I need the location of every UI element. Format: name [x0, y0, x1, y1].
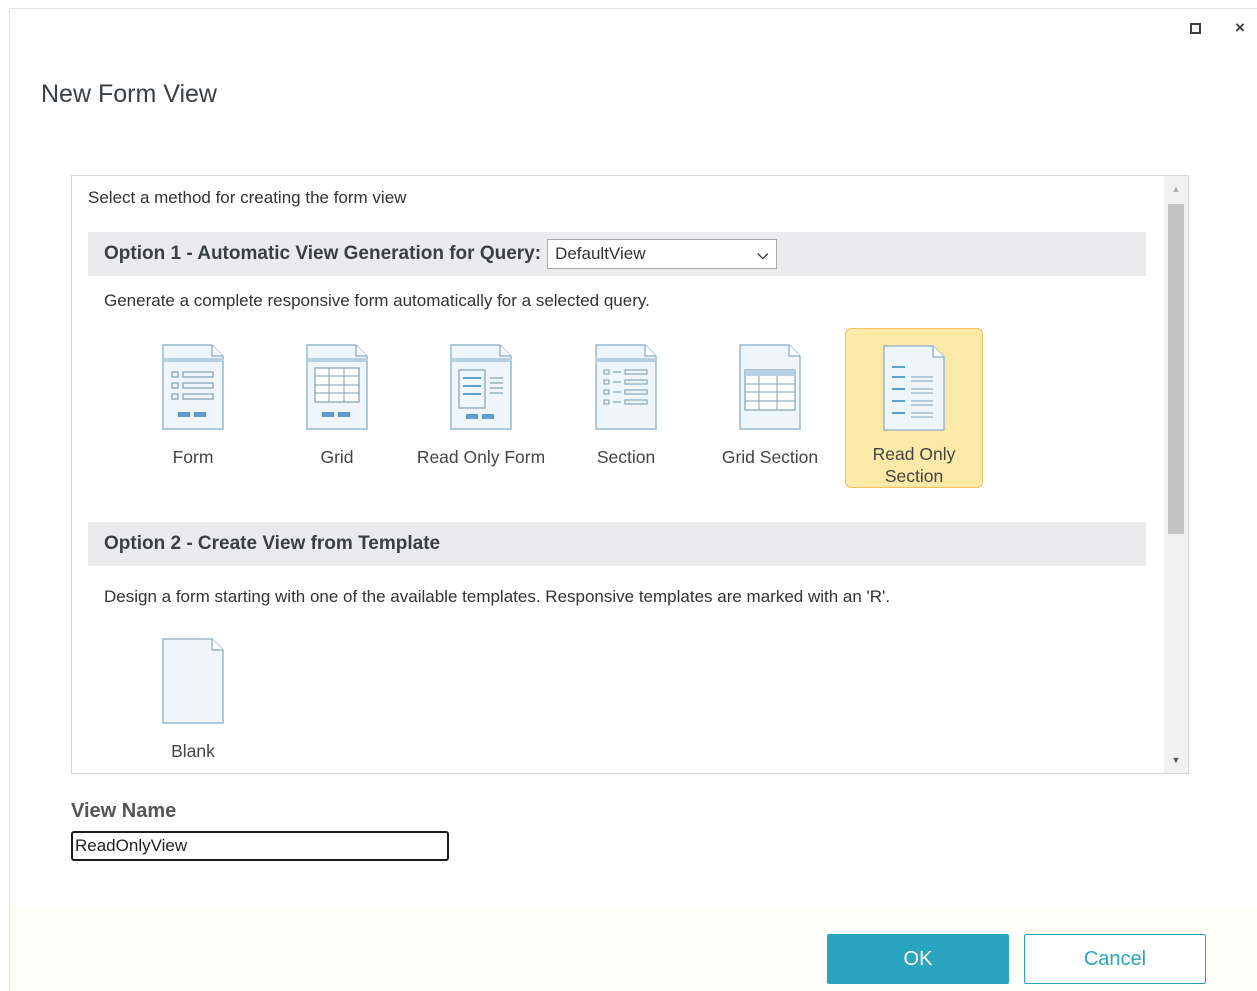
tile-label: Blank — [171, 741, 215, 761]
maximize-button[interactable] — [1185, 18, 1205, 38]
tile-label: Grid — [320, 447, 354, 467]
tile-label: Form — [172, 447, 214, 467]
ok-button[interactable]: OK — [827, 934, 1009, 984]
tile-grid[interactable]: Grid — [268, 328, 406, 488]
tile-label: Section — [596, 447, 656, 467]
view-name-label: View Name — [71, 800, 177, 822]
option1-description: Generate a complete responsive form auto… — [104, 291, 650, 310]
tile-read-only-section[interactable]: Read Only Section — [845, 328, 983, 488]
read-only-form-icon — [450, 344, 512, 430]
query-select-value: DefaultView — [555, 244, 646, 263]
tile-section[interactable]: Section — [557, 328, 695, 488]
panel-instructions: Select a method for creating the form vi… — [88, 188, 407, 207]
method-panel: Select a method for creating the form vi… — [71, 175, 1189, 774]
tile-read-only-form[interactable]: Read Only Form — [412, 328, 550, 488]
read-only-section-icon — [883, 345, 945, 431]
option2-description: Design a form starting with one of the a… — [104, 587, 891, 606]
tile-blank[interactable]: Blank — [124, 622, 262, 773]
option1-header: Option 1 - Automatic View Generation for… — [88, 232, 1146, 276]
tile-label: Read Only Form — [416, 447, 546, 467]
tile-form[interactable]: Form — [124, 328, 262, 488]
dialog-title: New Form View — [41, 80, 217, 108]
tile-grid-section[interactable]: Grid Section — [701, 328, 839, 488]
panel-scrollbar[interactable]: ▲ ▼ — [1164, 176, 1188, 773]
close-icon: × — [1235, 18, 1245, 37]
chevron-down-icon: ⌵ — [757, 245, 769, 262]
view-name-input[interactable] — [71, 831, 449, 861]
tile-label: Read Only Section — [872, 444, 956, 486]
close-button[interactable]: × — [1230, 18, 1250, 38]
form-icon — [162, 344, 224, 430]
option1-title: Option 1 - Automatic View Generation for… — [104, 243, 542, 264]
grid-icon — [306, 344, 368, 430]
option2-header: Option 2 - Create View from Template — [88, 522, 1146, 566]
query-select[interactable]: DefaultView ⌵ — [547, 239, 778, 269]
tile-label: Grid Section — [721, 447, 819, 467]
section-icon — [595, 344, 657, 430]
scroll-thumb[interactable] — [1168, 204, 1184, 534]
scroll-up-icon[interactable]: ▲ — [1164, 178, 1188, 200]
blank-icon — [162, 638, 224, 724]
cancel-button[interactable]: Cancel — [1024, 934, 1206, 984]
maximize-icon — [1189, 22, 1201, 34]
grid-section-icon — [739, 344, 801, 430]
option2-title: Option 2 - Create View from Template — [104, 533, 441, 554]
scroll-down-icon[interactable]: ▼ — [1164, 749, 1188, 771]
